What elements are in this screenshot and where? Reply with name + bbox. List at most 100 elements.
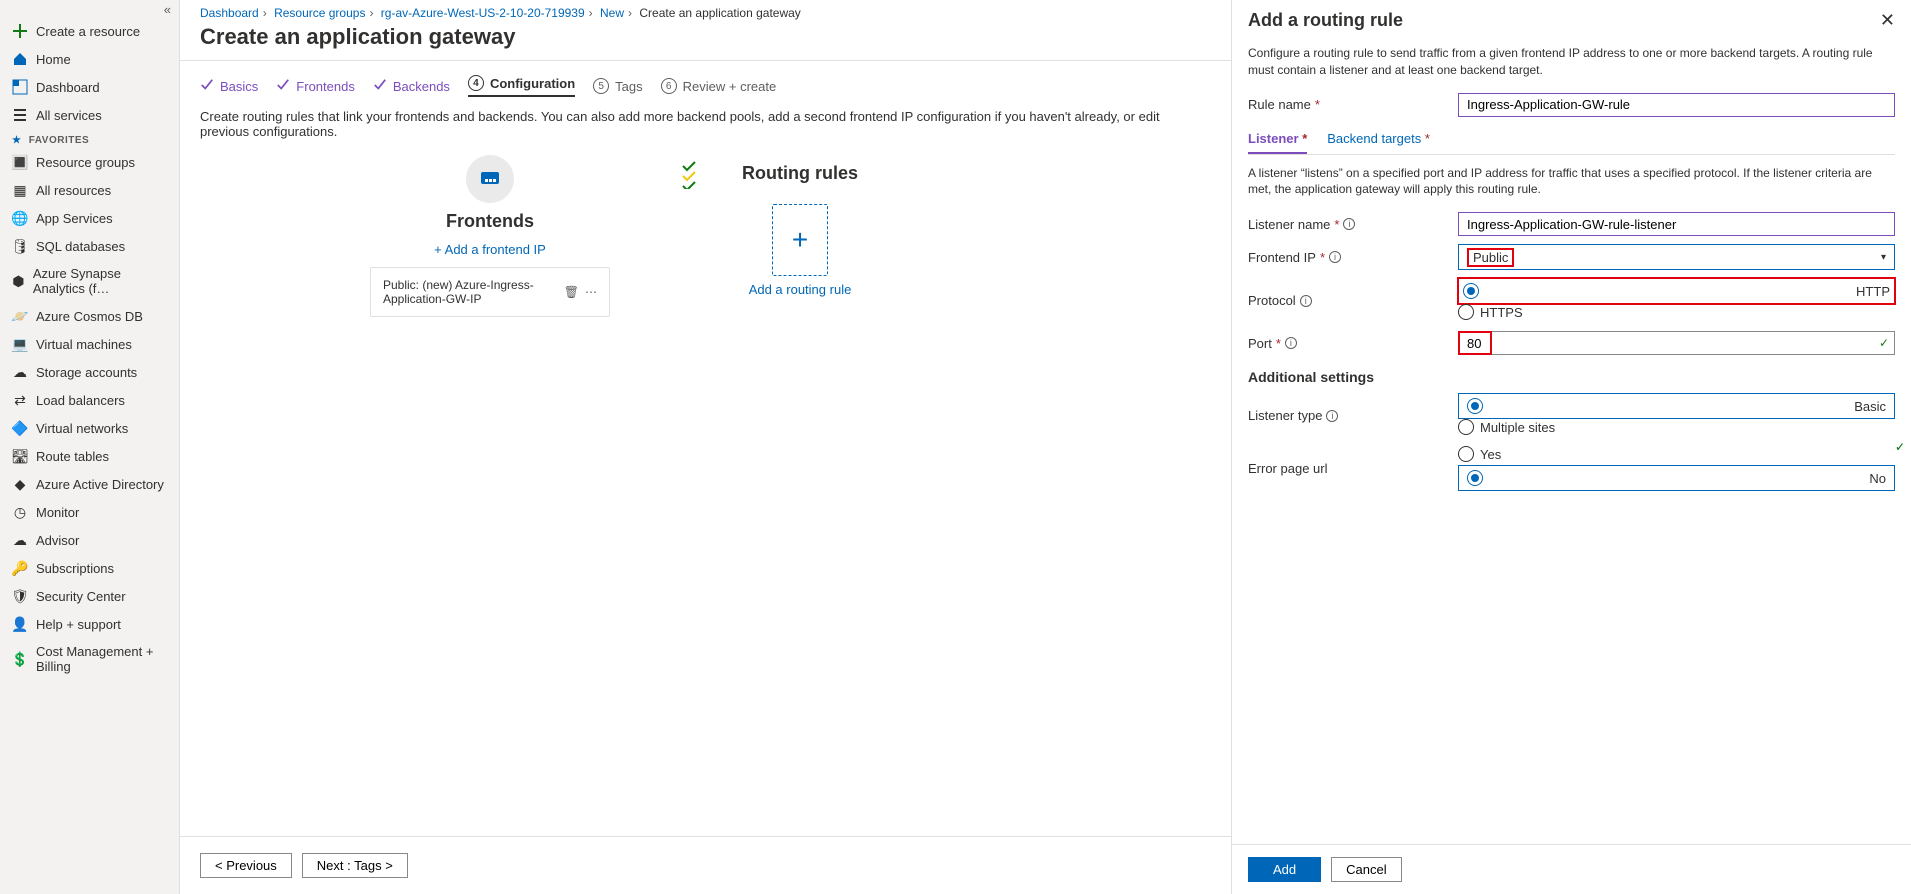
nav-monitor[interactable]: ◷Monitor bbox=[0, 498, 179, 526]
nav-resource-groups[interactable]: 🔳Resource groups bbox=[0, 148, 179, 176]
frontends-title: Frontends bbox=[446, 211, 534, 232]
tab-basics[interactable]: Basics bbox=[200, 78, 258, 95]
tab-configuration[interactable]: 4 Configuration bbox=[468, 75, 575, 97]
chevron-down-icon: ▾ bbox=[1881, 252, 1886, 263]
wizard-footer: < Previous Next : Tags > bbox=[180, 836, 1231, 894]
nav-subscriptions[interactable]: 🔑Subscriptions bbox=[0, 554, 179, 582]
tab-review-create[interactable]: 6 Review + create bbox=[661, 78, 777, 94]
close-icon[interactable]: ✕ bbox=[1880, 10, 1895, 31]
info-icon[interactable]: i bbox=[1329, 251, 1341, 263]
nav-cost-mgmt[interactable]: 💲Cost Management + Billing bbox=[0, 638, 179, 680]
crumb-dashboard[interactable]: Dashboard bbox=[200, 6, 259, 20]
nav-home[interactable]: Home bbox=[0, 45, 179, 73]
listener-name-label: Listener name bbox=[1248, 217, 1330, 232]
nav-sql-databases[interactable]: 🛢SQL databases bbox=[0, 232, 179, 260]
dashboard-icon bbox=[12, 79, 28, 95]
nav-all-services[interactable]: All services bbox=[0, 101, 179, 129]
additional-settings-header: Additional settings bbox=[1248, 369, 1895, 385]
sql-icon: 🛢 bbox=[12, 238, 28, 254]
listener-help-text: A listener “listens” on a specified port… bbox=[1248, 165, 1895, 199]
error-page-no-radio[interactable]: No bbox=[1458, 465, 1895, 491]
aad-icon: ◆ bbox=[12, 476, 28, 492]
nav-security-center[interactable]: 🛡Security Center bbox=[0, 582, 179, 610]
nav-cosmos-db[interactable]: 🪐Azure Cosmos DB bbox=[0, 302, 179, 330]
nav-load-balancers[interactable]: ⇄Load balancers bbox=[0, 386, 179, 414]
listener-name-input[interactable] bbox=[1458, 212, 1895, 236]
home-icon bbox=[12, 51, 28, 67]
port-input[interactable] bbox=[1458, 331, 1895, 355]
more-icon[interactable]: ⋯ bbox=[585, 285, 597, 299]
info-icon[interactable]: i bbox=[1285, 337, 1297, 349]
check-icon bbox=[373, 78, 387, 95]
check-icon bbox=[276, 78, 290, 95]
crumb-new[interactable]: New bbox=[600, 6, 624, 20]
page-title: Create an application gateway bbox=[180, 20, 1231, 60]
blade-help-text: Configure a routing rule to send traffic… bbox=[1248, 45, 1895, 79]
check-icon bbox=[200, 78, 214, 95]
collapse-sidebar-icon[interactable]: « bbox=[0, 0, 179, 17]
add-frontend-ip-link[interactable]: + Add a frontend IP bbox=[434, 242, 546, 257]
breadcrumb: Dashboard› Resource groups› rg-av-Azure-… bbox=[180, 0, 1231, 20]
left-sidebar: « Create a resource Home Dashboard All s… bbox=[0, 0, 180, 894]
crumb-rg[interactable]: rg-av-Azure-West-US-2-10-20-719939 bbox=[381, 6, 585, 20]
frontends-column: Frontends + Add a frontend IP Public: (n… bbox=[340, 155, 640, 836]
plus-icon: + bbox=[792, 224, 808, 256]
next-button[interactable]: Next : Tags > bbox=[302, 853, 408, 878]
nav-virtual-networks[interactable]: 🔷Virtual networks bbox=[0, 414, 179, 442]
previous-button[interactable]: < Previous bbox=[200, 853, 292, 878]
info-icon[interactable]: i bbox=[1343, 218, 1355, 230]
nav-label: All services bbox=[36, 108, 102, 123]
blade-footer: Add Cancel bbox=[1232, 844, 1911, 894]
info-icon[interactable]: i bbox=[1300, 295, 1312, 307]
listener-type-multiple-radio[interactable]: Multiple sites bbox=[1458, 419, 1555, 435]
listener-type-label: Listener type bbox=[1248, 408, 1322, 423]
key-icon: 🔑 bbox=[12, 560, 28, 576]
route-tables-icon: 🛣 bbox=[12, 448, 28, 464]
tab-frontends[interactable]: Frontends bbox=[276, 78, 355, 95]
error-page-url-label: Error page url bbox=[1248, 461, 1327, 476]
storage-icon: ☁ bbox=[12, 364, 28, 380]
protocol-label: Protocol bbox=[1248, 293, 1296, 308]
subtab-listener[interactable]: Listener * bbox=[1248, 125, 1307, 154]
nav-help-support[interactable]: 👤Help + support bbox=[0, 610, 179, 638]
nav-aad[interactable]: ◆Azure Active Directory bbox=[0, 470, 179, 498]
resource-groups-icon: 🔳 bbox=[12, 154, 28, 170]
step-number-icon: 6 bbox=[661, 78, 677, 94]
listener-type-basic-radio[interactable]: Basic bbox=[1458, 393, 1895, 419]
add-button[interactable]: Add bbox=[1248, 857, 1321, 882]
protocol-https-radio[interactable]: HTTPS bbox=[1458, 304, 1523, 320]
frontend-ip-card[interactable]: Public: (new) Azure-Ingress-Application-… bbox=[370, 267, 610, 317]
nav-dashboard[interactable]: Dashboard bbox=[0, 73, 179, 101]
add-routing-rule-card[interactable]: + bbox=[772, 204, 828, 276]
subtab-backend-targets[interactable]: Backend targets * bbox=[1327, 125, 1430, 154]
nav-all-resources[interactable]: ▦All resources bbox=[0, 176, 179, 204]
rule-name-input[interactable] bbox=[1458, 93, 1895, 117]
blade-subtabs: Listener * Backend targets * bbox=[1248, 125, 1895, 155]
advisor-icon: ☁ bbox=[12, 532, 28, 548]
nav-virtual-machines[interactable]: 💻Virtual machines bbox=[0, 330, 179, 358]
config-description: Create routing rules that link your fron… bbox=[180, 105, 1231, 155]
plus-icon bbox=[12, 23, 28, 39]
crumb-resource-groups[interactable]: Resource groups bbox=[274, 6, 365, 20]
tab-tags[interactable]: 5 Tags bbox=[593, 78, 642, 94]
info-icon[interactable]: i bbox=[1326, 410, 1338, 422]
nav-synapse[interactable]: ⬢Azure Synapse Analytics (f… bbox=[0, 260, 179, 302]
nav-app-services[interactable]: 🌐App Services bbox=[0, 204, 179, 232]
help-icon: 👤 bbox=[12, 616, 28, 632]
monitor-icon: ◷ bbox=[12, 504, 28, 520]
cancel-button[interactable]: Cancel bbox=[1331, 857, 1401, 882]
step-number-icon: 5 bbox=[593, 78, 609, 94]
nav-advisor[interactable]: ☁Advisor bbox=[0, 526, 179, 554]
star-icon: ★ bbox=[12, 135, 21, 146]
nav-storage-accounts[interactable]: ☁Storage accounts bbox=[0, 358, 179, 386]
frontend-ip-select[interactable]: Public ▾ bbox=[1458, 244, 1895, 270]
add-routing-rule-link[interactable]: Add a routing rule bbox=[749, 282, 852, 297]
nav-create-resource[interactable]: Create a resource bbox=[0, 17, 179, 45]
tab-backends[interactable]: Backends bbox=[373, 78, 450, 95]
nav-route-tables[interactable]: 🛣Route tables bbox=[0, 442, 179, 470]
delete-icon[interactable]: 🗑 bbox=[564, 285, 579, 299]
error-page-yes-radio[interactable]: Yes bbox=[1458, 446, 1501, 462]
check-icon bbox=[682, 161, 696, 192]
routing-rules-column: Routing rules + Add a routing rule bbox=[700, 155, 900, 836]
protocol-http-radio[interactable]: HTTP bbox=[1458, 278, 1895, 304]
